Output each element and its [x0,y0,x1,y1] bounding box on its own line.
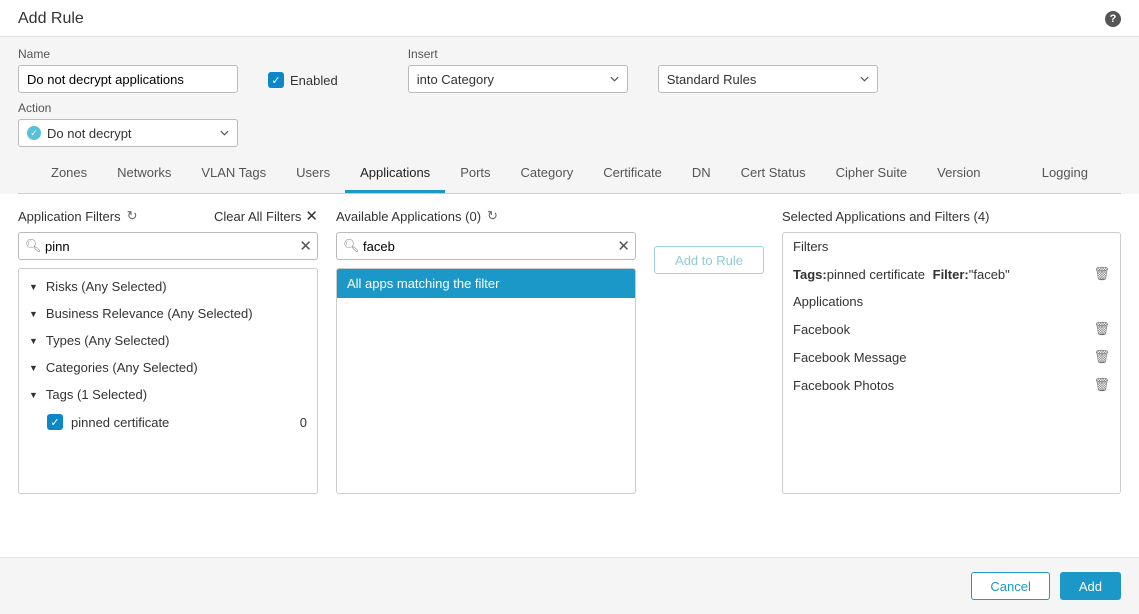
insert-label: Insert [408,47,878,61]
tab-dn[interactable]: DN [677,155,726,193]
tab-cert-status[interactable]: Cert Status [726,155,821,193]
selected-apps-header: Applications [783,288,1120,315]
chevron-down-icon [220,126,229,141]
tab-cipher-suite[interactable]: Cipher Suite [821,155,923,193]
refresh-icon[interactable]: ↻ [127,208,138,224]
action-label: Action [18,101,238,115]
caret-down-icon: ▼ [29,309,38,319]
refresh-icon[interactable]: ↻ [487,208,498,224]
add-to-rule-button[interactable]: Add to Rule [654,246,764,274]
tab-networks[interactable]: Networks [102,155,186,193]
caret-down-icon: ▼ [29,390,38,400]
filters-search-input[interactable] [18,232,318,260]
chevron-down-icon [610,72,619,87]
dialog-header: Add Rule ? [0,0,1139,37]
tab-zones[interactable]: Zones [36,155,102,193]
tab-version[interactable]: Version [922,155,995,193]
selected-apps-title: Selected Applications and Filters (4) [782,209,989,224]
name-label: Name [18,47,238,61]
available-apps-title: Available Applications (0) [336,209,481,224]
filter-area: Application Filters ↻ Clear All Filters … [0,194,1139,494]
selected-app-row: Facebook🗑 [783,315,1120,343]
trash-icon[interactable]: 🗑 [1093,266,1110,282]
selected-app-row: Facebook Photos🗑 [783,371,1120,399]
form-area: Name ✓ Enabled Insert into Category Stan… [0,37,1139,194]
caret-down-icon: ▼ [29,282,38,292]
cancel-button[interactable]: Cancel [971,572,1049,600]
tab-category[interactable]: Category [506,155,589,193]
filters-tree: ▼Risks (Any Selected)▼Business Relevance… [18,268,318,494]
caret-down-icon: ▼ [29,363,38,373]
selected-filters-header: Filters [783,233,1120,260]
action-select[interactable]: ✓ Do not decrypt [18,119,238,147]
tab-vlan-tags[interactable]: VLAN Tags [186,155,281,193]
search-icon: 🔍︎ [343,238,360,254]
tab-users[interactable]: Users [281,155,345,193]
filter-tag-item[interactable]: ✓pinned certificate0 [19,408,317,436]
selected-list: Filters Tags:pinned certificate Filter:"… [782,232,1121,494]
dialog-footer: Cancel Add [0,557,1139,614]
all-apps-matching-row[interactable]: All apps matching the filter [337,269,635,298]
filter-group[interactable]: ▼Types (Any Selected) [19,327,317,354]
add-button[interactable]: Add [1060,572,1121,600]
close-icon: ✕ [305,207,318,225]
trash-icon[interactable]: 🗑 [1093,377,1110,393]
clear-search-icon[interactable]: ✕ [299,237,312,255]
available-apps-list: All apps matching the filter [336,268,636,494]
filter-group[interactable]: ▼Categories (Any Selected) [19,354,317,381]
filter-group[interactable]: ▼Business Relevance (Any Selected) [19,300,317,327]
tab-logging[interactable]: Logging [1027,155,1103,193]
do-not-decrypt-icon: ✓ [27,126,41,140]
insert-select[interactable]: into Category [408,65,628,93]
enabled-label: Enabled [290,73,338,88]
filter-group[interactable]: ▼Risks (Any Selected) [19,273,317,300]
filter-group[interactable]: ▼Tags (1 Selected) [19,381,317,408]
tag-checkbox[interactable]: ✓ [47,414,63,430]
app-filters-title: Application Filters [18,209,121,224]
chevron-down-icon [860,72,869,87]
tab-certificate[interactable]: Certificate [588,155,677,193]
caret-down-icon: ▼ [29,336,38,346]
tabs: ZonesNetworksVLAN TagsUsersApplicationsP… [18,155,1121,194]
insert-target-select[interactable]: Standard Rules [658,65,878,93]
help-icon[interactable]: ? [1105,11,1121,27]
name-input[interactable] [18,65,238,93]
dialog-title: Add Rule [18,10,84,28]
search-icon: 🔍︎ [25,238,42,254]
selected-app-row: Facebook Message🗑 [783,343,1120,371]
trash-icon[interactable]: 🗑 [1093,349,1110,365]
tab-ports[interactable]: Ports [445,155,505,193]
trash-icon[interactable]: 🗑 [1093,321,1110,337]
clear-search-icon[interactable]: ✕ [617,237,630,255]
clear-all-filters-button[interactable]: Clear All Filters ✕ [214,207,318,225]
selected-filter-row: Tags:pinned certificate Filter:"faceb" 🗑 [783,260,1120,288]
enabled-checkbox[interactable]: ✓ [268,72,284,88]
available-search-input[interactable] [336,232,636,260]
tab-applications[interactable]: Applications [345,155,445,193]
